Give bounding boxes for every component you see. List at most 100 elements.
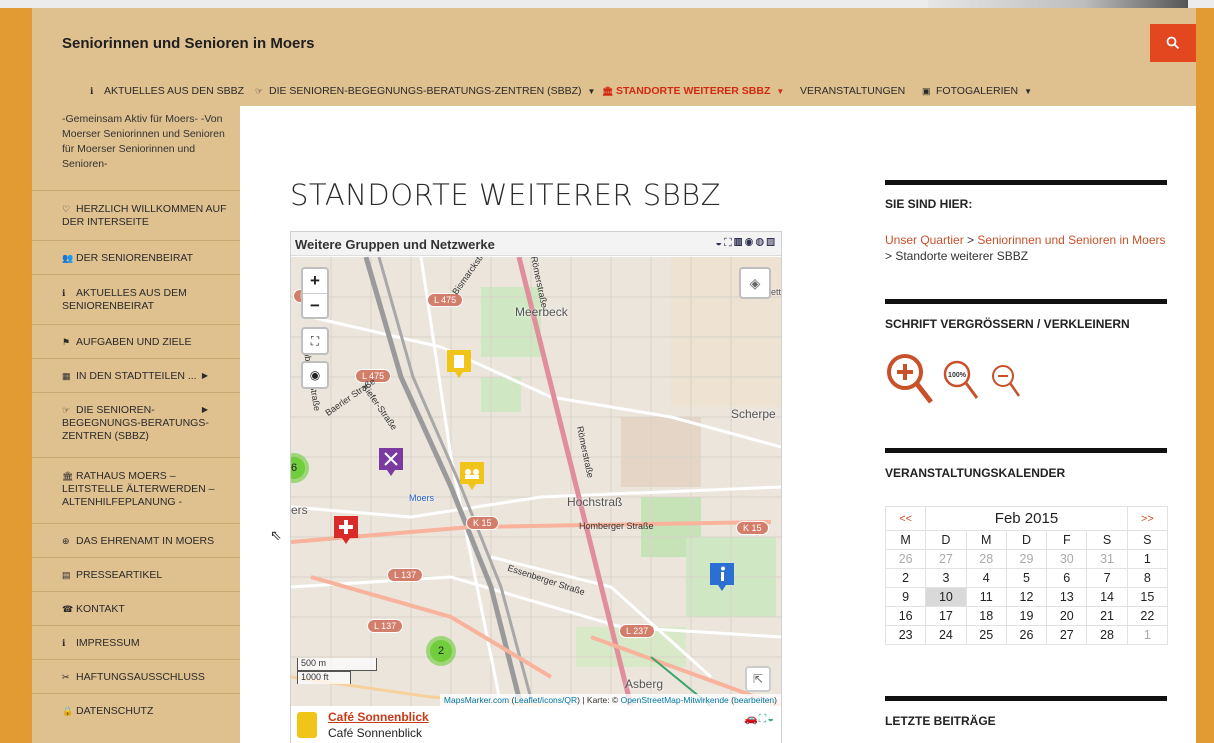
map-canvas[interactable]: Meerbeck Scherpe Hochstraß Asberg Moers … xyxy=(291,257,781,706)
calendar-day: 26 xyxy=(1005,625,1048,645)
layers-button[interactable]: ◈ xyxy=(739,267,771,299)
calendar-day: 4 xyxy=(965,568,1007,588)
phone-icon: ☎ xyxy=(62,604,74,614)
edit-link[interactable]: bearbeiten xyxy=(734,695,774,705)
layers-icon[interactable]: ◒ xyxy=(715,237,724,249)
sidebar-tagline: -Gemeinsam Aktiv für Moers- -Von Moerser… xyxy=(62,113,225,170)
leaflet-link[interactable]: Leaflet/icons/QR xyxy=(514,695,577,705)
sidebar-item-stadtteile[interactable]: ▦ IN DEN STADTTEILEN ... ▶ xyxy=(32,358,240,392)
sidebar: -Gemeinsam Aktiv für Moers- -Von Moerser… xyxy=(32,106,240,743)
sidebar-item-seniorenbeirat[interactable]: 👥 DER SENIORENBEIRAT xyxy=(32,240,240,274)
weekday-header: D xyxy=(925,530,967,550)
sidebar-item-haftung[interactable]: ✂ HAFTUNGSAUSSCHLUSS xyxy=(32,659,240,693)
sidebar-item-willkommen[interactable]: ♡ HERZLICH WILLKOMMEN AUF DER INTERSEITE xyxy=(32,190,240,240)
calendar-day: 21 xyxy=(1086,606,1128,626)
osm-link[interactable]: OpenStreetMap-Mitwirkende xyxy=(621,695,729,705)
weekday-header: S xyxy=(1126,530,1169,550)
locate-button[interactable]: ◉ xyxy=(301,361,329,389)
zoom-in-icon[interactable] xyxy=(887,354,933,404)
car-icon[interactable]: 🚗 xyxy=(744,713,759,725)
sidebar-item-impressum[interactable]: ℹ IMPRESSUM xyxy=(32,625,240,659)
calendar-day: 30 xyxy=(1046,549,1088,569)
page-wrapper: Seniorinnen und Senioren in Moers ℹ AKTUE… xyxy=(32,8,1196,743)
zoom-out-button[interactable]: − xyxy=(303,293,327,317)
hospital-marker-icon[interactable] xyxy=(333,515,359,545)
road-badge: L 137 xyxy=(367,619,404,633)
sidebar-item-rathaus[interactable]: 🏛 RATHAUS MOERS – LEITSTELLE ÄLTERWERDEN … xyxy=(32,457,240,523)
expand-button[interactable]: ⇱ xyxy=(745,666,771,692)
breadcrumb-link-quartier[interactable]: Unser Quartier xyxy=(885,233,964,247)
fullscreen-button[interactable]: ⛶ xyxy=(301,327,329,355)
calendar-next-button[interactable]: >> xyxy=(1126,506,1169,531)
marker-title-link[interactable]: Café Sonnenblick xyxy=(328,710,429,724)
sidebar-item-ehrenamt[interactable]: ⊕ DAS EHRENAMT IN MOERS xyxy=(32,523,240,557)
hand-point-icon: ☞ xyxy=(62,405,71,415)
nav-item-veranstaltungen[interactable]: VERANSTALTUNGEN xyxy=(800,85,905,97)
scissors-icon: ✂ xyxy=(62,672,70,682)
marker-description: Café Sonnenblick xyxy=(328,726,423,740)
calendar-day: 12 xyxy=(1005,587,1048,607)
layers-icon[interactable]: ◒ xyxy=(767,713,775,725)
bank-icon: 🏛 xyxy=(602,86,614,96)
calendar-day: 23 xyxy=(884,625,927,645)
restaurant-marker-icon[interactable] xyxy=(378,447,404,477)
calendar-prev-button[interactable]: << xyxy=(884,506,927,531)
sidebar-item-kontakt[interactable]: ☎ KONTAKT xyxy=(32,591,240,625)
map-zoom-control: + − xyxy=(301,267,329,319)
header-photo xyxy=(928,0,1188,8)
calendar-day: 29 xyxy=(1005,549,1048,569)
nav-item-fotogalerien[interactable]: ▣ FOTOGALERIEN ▼ xyxy=(922,85,1032,97)
building-marker-icon[interactable] xyxy=(446,349,472,379)
breadcrumb-current: Standorte weiterer SBBZ xyxy=(895,249,1029,263)
calendar-widget-title: VERANSTALTUNGSKALENDER xyxy=(885,466,1066,480)
road-badge: K 15 xyxy=(466,516,499,530)
site-title[interactable]: Seniorinnen und Senioren in Moers xyxy=(62,35,315,52)
map-label-ett: ett xyxy=(771,287,781,297)
calendar-day: 27 xyxy=(1046,625,1088,645)
rss-icon[interactable]: ▤ xyxy=(766,237,777,249)
kml-icon[interactable]: ◉ xyxy=(745,237,756,249)
zoom-out-icon[interactable] xyxy=(992,365,1021,397)
calendar-day: 24 xyxy=(925,625,967,645)
info-marker-icon[interactable] xyxy=(709,562,735,592)
calendar-day: 17 xyxy=(925,606,967,626)
font-size-controls: 100% xyxy=(887,354,1021,404)
map-widget: Weitere Gruppen und Netzwerke ◒⛶▦◉◍▤ Mee… xyxy=(290,231,782,743)
geo-icon[interactable]: ◍ xyxy=(755,237,766,249)
calendar-day: 13 xyxy=(1046,587,1088,607)
lifebuoy-icon: ⊕ xyxy=(62,536,70,546)
fullscreen-icon[interactable]: ⛶ xyxy=(724,237,734,249)
mouse-cursor-icon: ⇖ xyxy=(270,527,282,543)
road-badge: K 15 xyxy=(736,521,769,535)
sidebar-item-aufgaben[interactable]: ⚑ AUFGABEN UND ZIELE xyxy=(32,324,240,358)
flag-icon: ⚑ xyxy=(62,337,71,347)
qr-code-icon[interactable]: ▦ xyxy=(734,237,745,249)
sidebar-item-datenschutz[interactable]: 🔒 DATENSCHUTZ xyxy=(32,693,240,743)
nav-item-aktuelles[interactable]: ℹ AKTUELLES AUS DEN SBBZ xyxy=(90,85,244,97)
reset-zoom-icon[interactable]: 100% xyxy=(943,360,979,399)
calendar-day: 22 xyxy=(1126,606,1169,626)
weekday-header: F xyxy=(1046,530,1088,550)
newspaper-icon: ▤ xyxy=(62,570,71,580)
map-label-hochstrass: Hochstraß xyxy=(567,495,623,509)
breadcrumb-link-moers[interactable]: Seniorinnen und Senioren in Moers xyxy=(977,233,1165,247)
group-marker-icon[interactable] xyxy=(459,461,485,491)
expand-icon: ⇱ xyxy=(752,672,764,686)
image-icon: ▣ xyxy=(922,86,931,96)
hand-point-icon: ☞ xyxy=(255,86,264,96)
search-button[interactable] xyxy=(1150,24,1196,62)
zoom-in-button[interactable]: + xyxy=(303,269,327,293)
nav-item-sbbz[interactable]: ☞ DIE SENIOREN-BEGEGNUNGS-BERATUNGS-ZENTR… xyxy=(255,85,595,97)
map-header: Weitere Gruppen und Netzwerke ◒⛶▦◉◍▤ xyxy=(291,232,781,256)
breadcrumb-widget-title: SIE SIND HIER: xyxy=(885,197,973,211)
nav-item-standorte[interactable]: 🏛 STANDORTE WEITERER SBBZ ▼ xyxy=(602,85,784,97)
marker-cluster[interactable]: 2 xyxy=(426,636,456,666)
fontsize-widget-title: SCHRIFT VERGRÖSSERN / VERKLEINERN xyxy=(885,317,1130,331)
event-calendar: << Feb 2015 >> M D M D F S S 26 27 28 29… xyxy=(884,506,1169,645)
sidebar-item-aktuelles[interactable]: ℹ AKTUELLES AUS DEM SENIORENBEIRAT xyxy=(32,274,240,324)
caret-right-icon: ▶ xyxy=(201,371,208,380)
sidebar-item-sbbz[interactable]: ☞ DIE SENIOREN-BEGEGNUNGS-BERATUNGS-ZENTR… xyxy=(32,392,240,457)
sidebar-item-presse[interactable]: ▤ PRESSEARTIKEL xyxy=(32,557,240,591)
mapsmarker-link[interactable]: MapsMarker.com xyxy=(444,695,509,705)
calendar-day: 2 xyxy=(884,568,927,588)
